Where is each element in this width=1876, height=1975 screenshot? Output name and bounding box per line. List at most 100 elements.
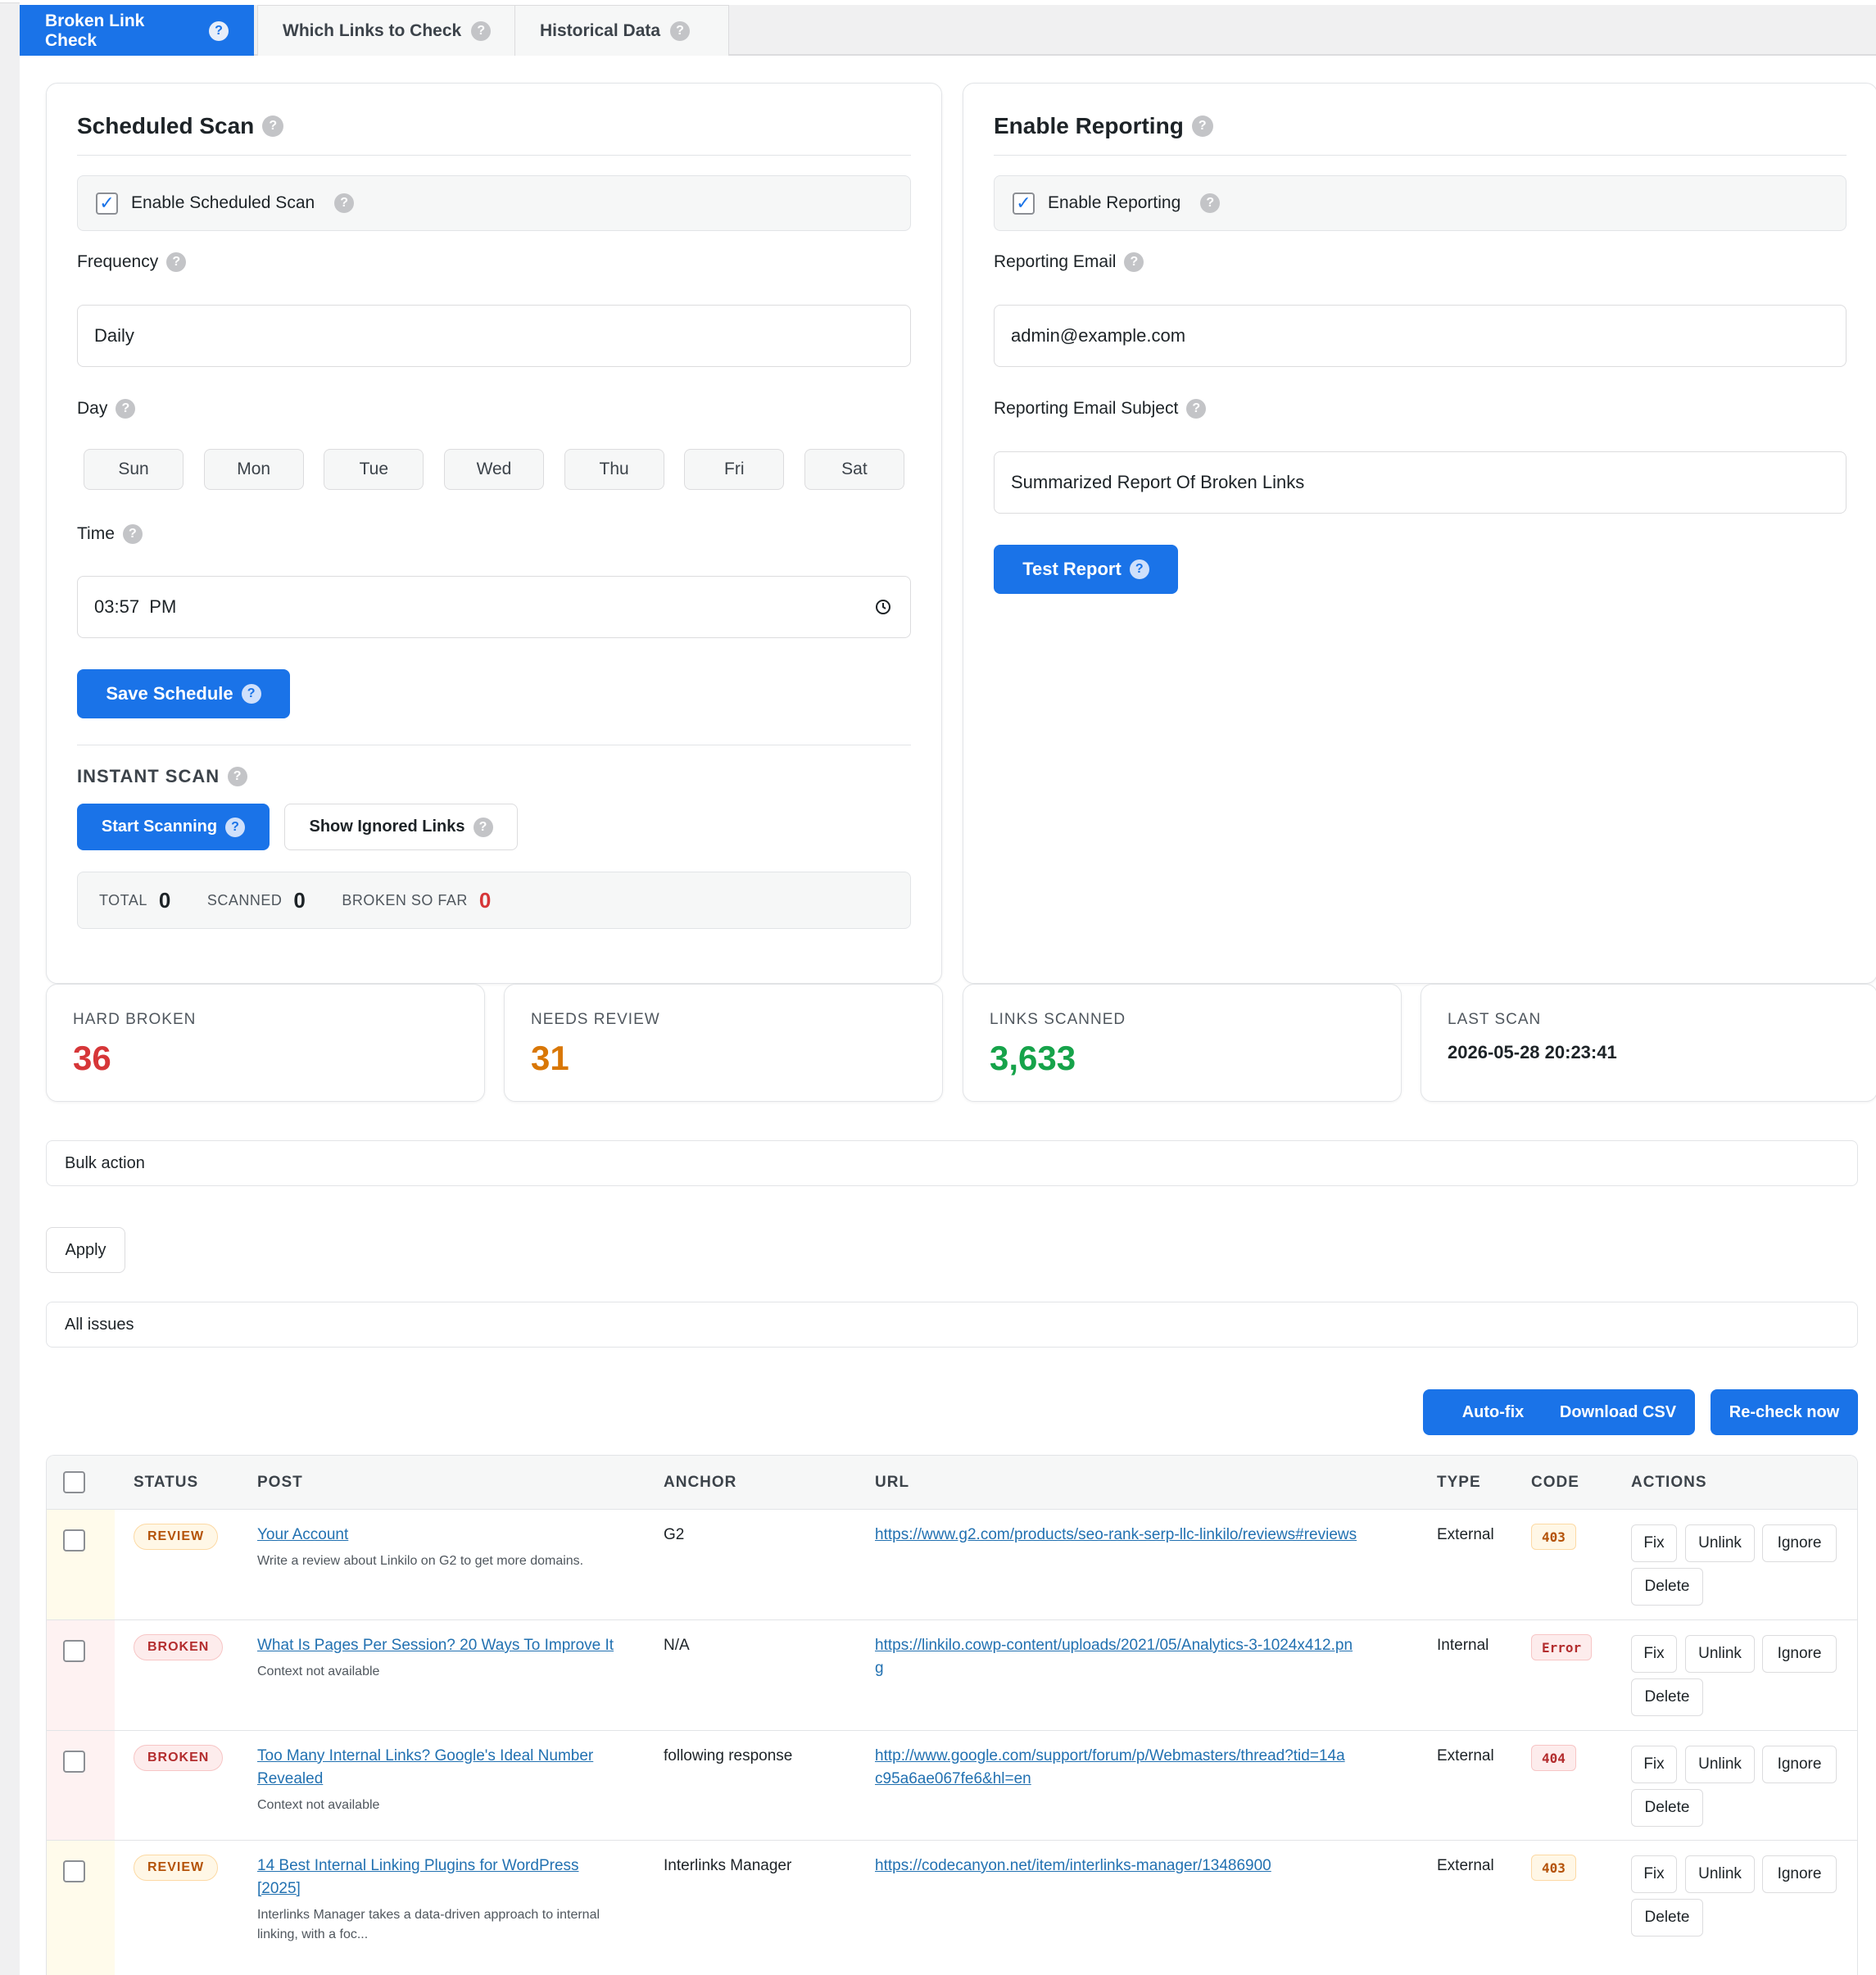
save-schedule-button[interactable]: Save Schedule ? [77,669,290,718]
row-checkbox[interactable] [63,1751,85,1773]
apply-button[interactable]: Apply [46,1227,125,1273]
delete-button[interactable]: Delete [1631,1789,1703,1827]
download-csv-button[interactable]: Download CSV [1541,1389,1695,1435]
help-icon[interactable]: ? [1186,399,1207,419]
scheduled-scan-card: Scheduled Scan ? ✓ Enable Scheduled Scan… [46,83,942,984]
table-row: REVIEW 14 Best Internal Linking Plugins … [47,1841,1857,1975]
day-button-fri[interactable]: Fri [684,449,785,490]
frequency-select[interactable]: Daily [77,305,911,367]
day-button-mon[interactable]: Mon [203,449,304,490]
enable-reporting-checkbox[interactable]: ✓ [1013,192,1035,215]
day-button-tue[interactable]: Tue [324,449,424,490]
show-ignored-links-button[interactable]: Show Ignored Links ? [284,804,518,850]
enable-scheduled-scan-checkbox[interactable]: ✓ [96,192,118,215]
fix-button[interactable]: Fix [1631,1635,1677,1673]
unlink-button[interactable]: Unlink [1685,1855,1755,1893]
help-icon[interactable]: ? [225,817,246,837]
help-icon[interactable]: ? [471,20,492,41]
help-icon[interactable]: ? [122,524,143,544]
help-icon[interactable]: ? [209,20,229,41]
tab-which-links[interactable]: Which Links to Check ? [257,5,521,56]
reporting-email-input[interactable]: admin@example.com [994,305,1847,367]
row-checkbox[interactable] [63,1860,85,1882]
start-scanning-button[interactable]: Start Scanning ? [77,804,270,850]
unlink-button[interactable]: Unlink [1685,1746,1755,1783]
help-icon[interactable]: ? [1200,193,1221,213]
select-value: All issues [65,1315,134,1334]
row-checkbox[interactable] [63,1640,85,1662]
url-link[interactable]: http://www.google.com/support/forum/p/We… [875,1745,1416,1768]
stat-needs-review: NEEDS REVIEW 31 [504,984,943,1102]
reporting-card: Enable Reporting ? ✓ Enable Reporting ? … [963,83,1876,984]
post-link[interactable]: Your Account [257,1524,642,1547]
fix-button[interactable]: Fix [1631,1524,1677,1562]
post-link-continued[interactable]: [2025] [257,1878,642,1900]
help-icon[interactable]: ? [228,767,248,786]
tab-label: Which Links to Check [283,20,462,40]
type-cell: External [1437,1526,1494,1543]
delete-button[interactable]: Delete [1631,1678,1703,1716]
tab-broken-link-check[interactable]: Broken Link Check ? [20,5,254,56]
stat-hard-broken: HARD BROKEN 36 [46,984,485,1102]
help-icon[interactable]: ? [473,817,493,837]
post-link[interactable]: Too Many Internal Links? Google's Ideal … [257,1745,642,1768]
url-link[interactable]: https://www.g2.com/products/seo-rank-ser… [875,1524,1416,1547]
help-icon[interactable]: ? [262,116,284,137]
day-button-sun[interactable]: Sun [84,449,184,490]
input-value: admin@example.com [1011,325,1186,346]
ignore-button[interactable]: Ignore [1762,1855,1837,1893]
help-icon[interactable]: ? [241,684,261,704]
help-icon[interactable]: ? [1129,559,1149,579]
row-checkbox[interactable] [63,1529,85,1551]
test-report-button[interactable]: Test Report ? [994,545,1178,594]
enable-reporting-row[interactable]: ✓ Enable Reporting ? [994,175,1847,231]
help-icon[interactable]: ? [334,193,355,213]
count-label: SCANNED [206,891,283,908]
reporting-subject-input[interactable]: Summarized Report Of Broken Links [994,451,1847,514]
help-icon[interactable]: ? [116,399,136,419]
post-link[interactable]: 14 Best Internal Linking Plugins for Wor… [257,1855,642,1878]
issue-filter-select[interactable]: All issues [46,1302,1858,1348]
delete-button[interactable]: Delete [1631,1568,1703,1606]
recheck-now-button[interactable]: Re-check now [1711,1389,1858,1435]
unlink-button[interactable]: Unlink [1685,1635,1755,1673]
time-input[interactable]: 03:57 PM [77,576,911,638]
post-link-continued[interactable]: Revealed [257,1768,642,1791]
time-value: 03:57 PM [94,596,177,617]
help-icon[interactable]: ? [670,20,691,41]
delete-button[interactable]: Delete [1631,1899,1703,1936]
help-icon[interactable]: ? [166,252,187,272]
ignore-button[interactable]: Ignore [1762,1635,1837,1673]
url-link[interactable]: https://codecanyon.net/item/interlinks-m… [875,1855,1416,1878]
code-badge: 403 [1531,1855,1576,1881]
frequency-value: Daily [94,325,134,346]
ignore-button[interactable]: Ignore [1762,1746,1837,1783]
tab-bar: Broken Link Check ? Which Links to Check… [20,5,1876,56]
unlink-button[interactable]: Unlink [1685,1524,1755,1562]
fix-button[interactable]: Fix [1631,1746,1677,1783]
url-link[interactable]: https://linkilo.cowp-content/uploads/202… [875,1634,1416,1657]
fix-button[interactable]: Fix [1631,1855,1677,1893]
clock-icon[interactable] [874,598,892,616]
table-row: REVIEW Your Account Write a review about… [47,1510,1857,1620]
help-icon[interactable]: ? [1191,116,1213,137]
tab-historical-data[interactable]: Historical Data ? [514,5,729,56]
scheduled-scan-title: Scheduled Scan ? [77,113,284,139]
enable-scheduled-scan-row[interactable]: ✓ Enable Scheduled Scan ? [77,175,911,231]
post-link[interactable]: What Is Pages Per Session? 20 Ways To Im… [257,1634,642,1657]
url-link-continued[interactable]: g [875,1657,1416,1680]
url-link-continued[interactable]: c95a6ae067fe6&hl=en [875,1768,1416,1791]
label-text: Reporting Email [994,252,1117,271]
select-all-checkbox[interactable] [63,1471,85,1493]
help-icon[interactable]: ? [1124,252,1144,272]
day-button-sat[interactable]: Sat [804,449,904,490]
section-text: INSTANT SCAN [77,766,220,786]
code-badge: 404 [1531,1745,1576,1771]
ignore-button[interactable]: Ignore [1762,1524,1837,1562]
anchor-cell: Interlinks Manager [664,1857,792,1874]
day-button-thu[interactable]: Thu [564,449,664,490]
checkbox-label: Enable Scheduled Scan [131,193,315,212]
bulk-action-select[interactable]: Bulk action [46,1140,1858,1186]
day-button-wed[interactable]: Wed [443,449,544,490]
tab-label: Historical Data [540,20,661,40]
